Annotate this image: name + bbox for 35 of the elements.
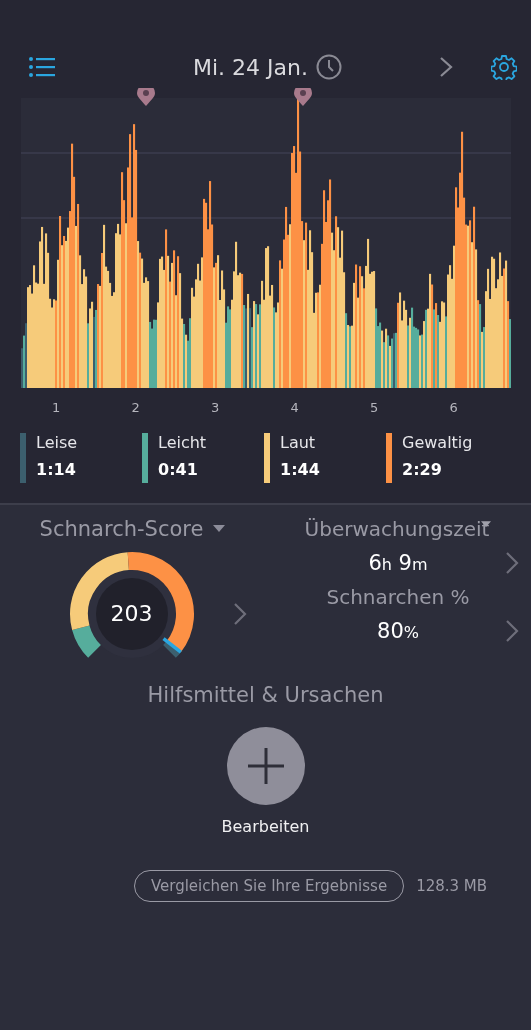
legend-value: 2:29 — [402, 460, 443, 479]
hour-label: 3 — [211, 400, 221, 415]
monitoring-time: 6h 9m — [368, 551, 428, 575]
legend-label: Leicht — [158, 433, 207, 452]
score-dropdown[interactable]: Schnarch-Score — [39, 517, 226, 541]
legend-label: Leise — [36, 433, 78, 452]
legend-value: 0:41 — [158, 460, 199, 479]
hour-label: 6 — [449, 400, 459, 415]
date-title: Mi. 24 Jan. — [193, 54, 308, 80]
clock-icon[interactable] — [316, 54, 342, 80]
plus-icon — [245, 746, 286, 786]
caret-down-icon — [213, 525, 226, 533]
hour-label: 5 — [370, 400, 380, 415]
remedies-title: Hilfsmittel & Ursachen — [147, 683, 384, 707]
score-value: 203 — [109, 601, 154, 626]
edit-label: Bearbeiten — [221, 817, 310, 836]
chevron-right-icon[interactable] — [505, 551, 519, 575]
chevron-right-icon[interactable] — [505, 619, 519, 643]
menu-icon[interactable] — [28, 56, 56, 78]
storage-size: 128.3 MB — [416, 877, 488, 895]
legend-value: 1:44 — [280, 460, 320, 479]
hour-label: 1 — [52, 400, 62, 415]
legend-label: Laut — [280, 433, 317, 452]
chevron-right-icon[interactable] — [439, 56, 453, 78]
marker-pin-icon[interactable] — [294, 88, 312, 106]
marker-pin-icon[interactable] — [137, 88, 155, 106]
hour-label: 2 — [131, 400, 141, 415]
legend-value: 1:14 — [36, 460, 77, 479]
legend-label: Gewaltig — [402, 433, 473, 452]
chevron-right-icon[interactable] — [232, 602, 247, 626]
snoring-percent-title: Schnarchen % — [326, 585, 470, 609]
hour-label: 4 — [290, 400, 300, 415]
monitoring-dropdown[interactable]: Überwachungszeit — [304, 517, 492, 541]
snoring-percent: 80% — [377, 619, 419, 643]
settings-icon[interactable] — [491, 54, 517, 80]
